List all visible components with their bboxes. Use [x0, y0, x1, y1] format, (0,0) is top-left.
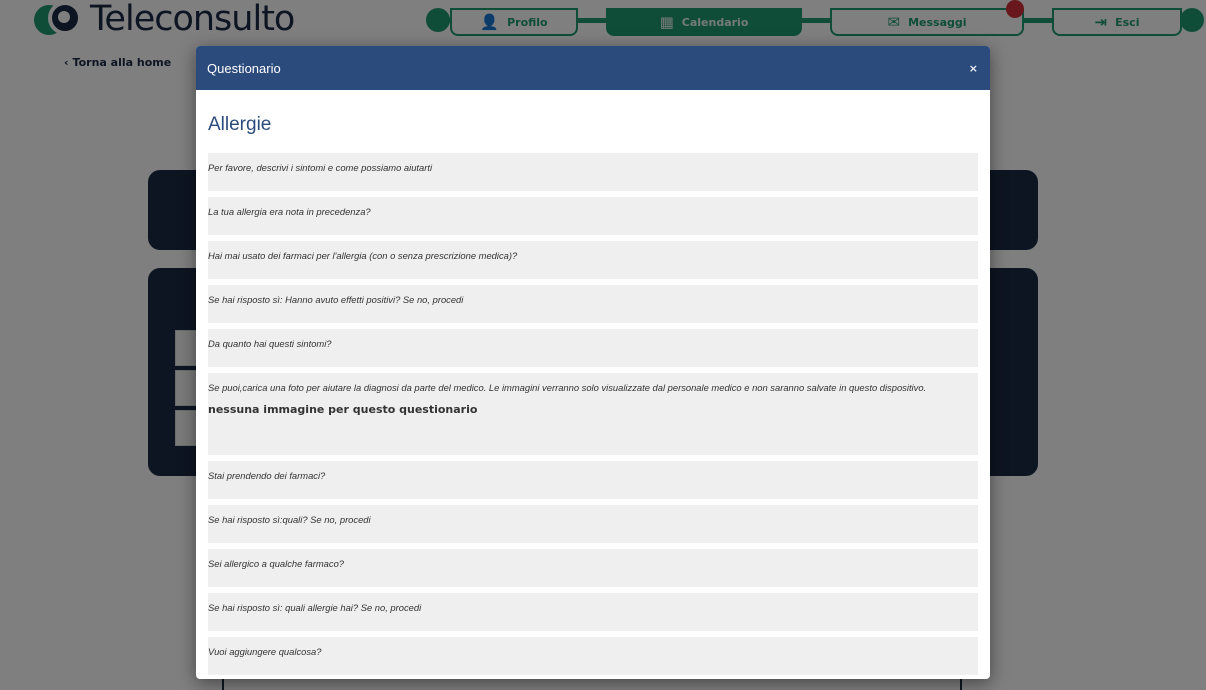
section-title: Allergie	[208, 114, 272, 135]
question-item: Da quanto hai questi sintomi?	[208, 329, 978, 367]
modal-title: Questionario	[207, 60, 281, 76]
question-text: La tua allergia era nota in precedenza?	[208, 206, 371, 217]
questionnaire-modal: Questionario × Allergie Per favore, desc…	[196, 46, 990, 679]
question-text: Da quanto hai questi sintomi?	[208, 338, 332, 349]
question-item: Se hai risposto sì: quali allergie hai? …	[208, 593, 978, 631]
question-text: Se hai risposto sì: quali allergie hai? …	[208, 602, 422, 613]
question-item: Se hai risposto sì:quali? Se no, procedi	[208, 505, 978, 543]
question-text: Sei allergico a qualche farmaco?	[208, 558, 345, 569]
question-item: La tua allergia era nota in precedenza?	[208, 197, 978, 235]
question-text: Se hai risposto sì:quali? Se no, procedi	[208, 514, 371, 525]
question-item: Stai prendendo dei farmaci?	[208, 461, 978, 499]
question-text: Per favore, descrivi i sintomi e come po…	[208, 162, 433, 173]
modal-body: Allergie Per favore, descrivi i sintomi …	[196, 90, 990, 675]
close-icon[interactable]: ×	[969, 62, 978, 75]
question-list: Per favore, descrivi i sintomi e come po…	[208, 153, 978, 675]
modal-header: Questionario ×	[196, 46, 990, 90]
question-item: Per favore, descrivi i sintomi e come po…	[208, 153, 978, 191]
question-item: Sei allergico a qualche farmaco?	[208, 549, 978, 587]
question-text: Stai prendendo dei farmaci?	[208, 470, 326, 481]
question-text: Vuoi aggiungere qualcosa?	[208, 646, 322, 657]
question-text: Se hai risposto sì: Hanno avuto effetti …	[208, 294, 464, 305]
question-item: Hai mai usato dei farmaci per l'allergia…	[208, 241, 978, 279]
question-text: Se puoi,carica una foto per aiutare la d…	[208, 382, 927, 393]
question-text: Hai mai usato dei farmaci per l'allergia…	[208, 250, 518, 261]
question-item: Se hai risposto sì: Hanno avuto effetti …	[208, 285, 978, 323]
question-item-photo: Se puoi,carica una foto per aiutare la d…	[208, 373, 978, 455]
question-item: Vuoi aggiungere qualcosa?	[208, 637, 978, 675]
no-image-text: nessuna immagine per questo questionario	[208, 403, 478, 416]
